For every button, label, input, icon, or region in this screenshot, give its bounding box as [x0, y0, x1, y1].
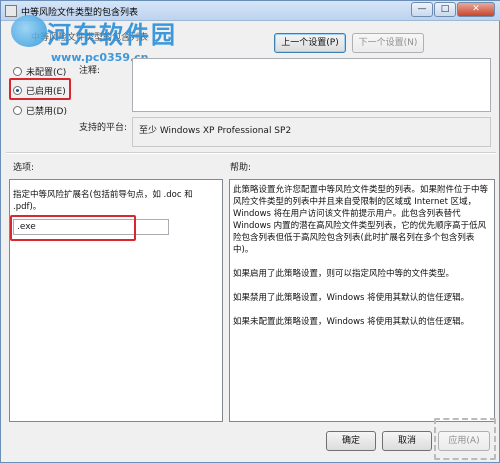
minimize-button[interactable]: — [411, 2, 433, 17]
platform-value-box: 至少 Windows XP Professional SP2 [132, 117, 491, 147]
help-paragraph: 如果启用了此策略设置，则可以指定风险中等的文件类型。 [233, 269, 455, 279]
apply-button[interactable]: 应用(A) [438, 431, 490, 451]
radio-enabled[interactable]: 已启用(E) [13, 84, 66, 97]
title-bar: 中等风险文件类型的包含列表 — □ ✕ [1, 1, 500, 21]
policy-name-label: 中等风险文件类型的包含列表 [31, 33, 149, 43]
help-paragraph: 如果禁用了此策略设置，Windows 将使用其默认的信任逻辑。 [233, 293, 470, 303]
help-paragraph: 如果未配置此策略设置，Windows 将使用其默认的信任逻辑。 [233, 317, 470, 327]
radio-disabled-label: 已禁用(D) [26, 107, 67, 117]
window-title: 中等风险文件类型的包含列表 [21, 8, 139, 18]
window-controls: — □ ✕ [411, 2, 495, 17]
platform-value: 至少 Windows XP Professional SP2 [139, 126, 292, 136]
platform-label: 支持的平台: [79, 123, 128, 133]
radio-circle[interactable] [13, 106, 22, 115]
radio-disabled[interactable]: 已禁用(D) [13, 104, 67, 117]
radio-not-configured[interactable]: 未配置(C) [13, 65, 66, 78]
help-text: 此策略设置允许您配置中等风险文件类型的列表。如果附件位于中等风险文件类型的列表中… [233, 184, 491, 340]
extension-list-input[interactable]: .exe [13, 219, 169, 235]
options-description: 指定中等风险扩展名(包括前导句点，如 .doc 和 .pdf)。 [13, 190, 193, 212]
close-button[interactable]: ✕ [457, 2, 495, 17]
group-policy-setting-window: 中等风险文件类型的包含列表 — □ ✕ 中等风险文件类型的包含列表 河东软件园 … [0, 0, 500, 463]
section-divider [6, 152, 496, 154]
radio-circle[interactable] [13, 86, 22, 95]
help-paragraph: 此策略设置允许您配置中等风险文件类型的列表。如果附件位于中等风险文件类型的列表中… [233, 185, 489, 255]
radio-circle[interactable] [13, 67, 22, 76]
comment-textarea[interactable] [132, 58, 491, 112]
maximize-button[interactable]: □ [434, 2, 456, 17]
options-heading: 选项: [13, 163, 35, 173]
comment-label: 注释: [79, 66, 101, 76]
options-pane [9, 179, 223, 422]
radio-not-configured-label: 未配置(C) [26, 68, 67, 78]
ok-button[interactable]: 确定 [326, 431, 376, 451]
previous-setting-button[interactable]: 上一个设置(P) [274, 33, 346, 53]
help-heading: 帮助: [230, 163, 252, 173]
cancel-button[interactable]: 取消 [382, 431, 432, 451]
window-icon [5, 5, 17, 17]
radio-enabled-label: 已启用(E) [26, 87, 66, 97]
next-setting-button[interactable]: 下一个设置(N) [352, 33, 424, 53]
